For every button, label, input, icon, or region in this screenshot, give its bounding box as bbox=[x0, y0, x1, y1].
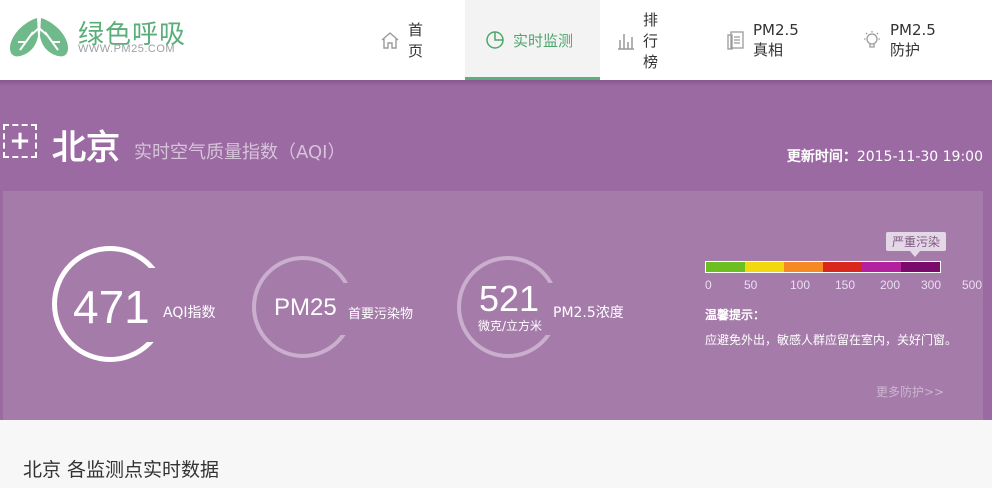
update-time-value: 2015-11-30 19:00 bbox=[856, 149, 983, 165]
nav-truth-label: PM2.5真相 bbox=[753, 20, 799, 59]
scale-tick: 150 bbox=[835, 278, 856, 292]
aqi-label: AQI指数 bbox=[163, 305, 216, 321]
scale-segment-moderate bbox=[745, 262, 784, 272]
aqi-value: 471 bbox=[73, 281, 150, 333]
document-icon bbox=[727, 30, 745, 50]
primary-pollutant-label: 首要污染物 bbox=[348, 307, 414, 322]
scale-segment-medium bbox=[823, 262, 862, 272]
scale-segment-severe bbox=[901, 262, 940, 272]
pie-chart-icon bbox=[485, 30, 505, 50]
update-time-label: 更新时间： bbox=[786, 149, 857, 165]
scale-tick: 500 bbox=[962, 278, 983, 292]
nav-protection[interactable]: PM2.5防护 bbox=[862, 0, 936, 80]
scale-segment-good bbox=[706, 262, 745, 272]
tip-title: 温馨提示： bbox=[705, 308, 766, 322]
nav-home[interactable]: 首页 bbox=[380, 0, 423, 80]
nav-ranking[interactable]: 排行榜 bbox=[617, 0, 658, 80]
lungs-logo-icon bbox=[10, 14, 68, 57]
site-header: 绿色呼吸 WWW.PM25.COM 首页 实时监测 排行榜 PM2.5真相 PM… bbox=[0, 0, 992, 80]
header-shadow bbox=[0, 80, 992, 86]
scale-tick: 200 bbox=[880, 278, 901, 292]
aqi-subtitle: 实时空气质量指数（AQI） bbox=[134, 142, 346, 163]
nav-protection-label: PM2.5防护 bbox=[890, 20, 936, 59]
add-city-button[interactable]: + bbox=[3, 124, 37, 158]
scale-tick: 0 bbox=[705, 278, 712, 292]
nav-realtime[interactable]: 实时监测 bbox=[465, 0, 600, 80]
scale-segment-light bbox=[784, 262, 823, 272]
concentration-unit: 微克/立方米 bbox=[478, 319, 543, 333]
nav-truth[interactable]: PM2.5真相 bbox=[727, 0, 799, 80]
update-time: 更新时间：2015-11-30 19:00 bbox=[787, 146, 983, 166]
stations-section-title: 北京 各监测点实时数据 bbox=[23, 459, 220, 481]
concentration-value: 521 bbox=[479, 278, 540, 319]
bar-chart-icon bbox=[617, 30, 635, 50]
tip-text: 应避免外出，敏感人群应留在室内，关好门窗。 bbox=[705, 333, 958, 347]
brand-url: WWW.PM25.COM bbox=[78, 43, 176, 55]
scale-tick: 50 bbox=[744, 278, 758, 292]
aqi-scale-ticks: 0 50 100 150 200 300 500 bbox=[700, 278, 990, 294]
scale-tick: 100 bbox=[790, 278, 811, 292]
nav-ranking-label: 排行榜 bbox=[643, 10, 659, 71]
scale-tick: 300 bbox=[921, 278, 942, 292]
city-name: 北京 bbox=[52, 128, 120, 168]
lightbulb-icon bbox=[862, 30, 882, 50]
concentration-label: PM2.5浓度 bbox=[553, 305, 624, 321]
scale-segment-heavy bbox=[862, 262, 901, 272]
nav-realtime-label: 实时监测 bbox=[513, 31, 574, 50]
aqi-color-scale bbox=[705, 261, 941, 273]
pollution-level-badge: 严重污染 bbox=[886, 232, 947, 257]
home-icon bbox=[380, 30, 400, 50]
primary-pollutant-value: PM25 bbox=[274, 294, 337, 321]
nav-home-label: 首页 bbox=[408, 21, 424, 60]
site-logo[interactable]: 绿色呼吸 WWW.PM25.COM bbox=[8, 10, 188, 60]
more-protection-link[interactable]: 更多防护>> bbox=[876, 383, 944, 400]
